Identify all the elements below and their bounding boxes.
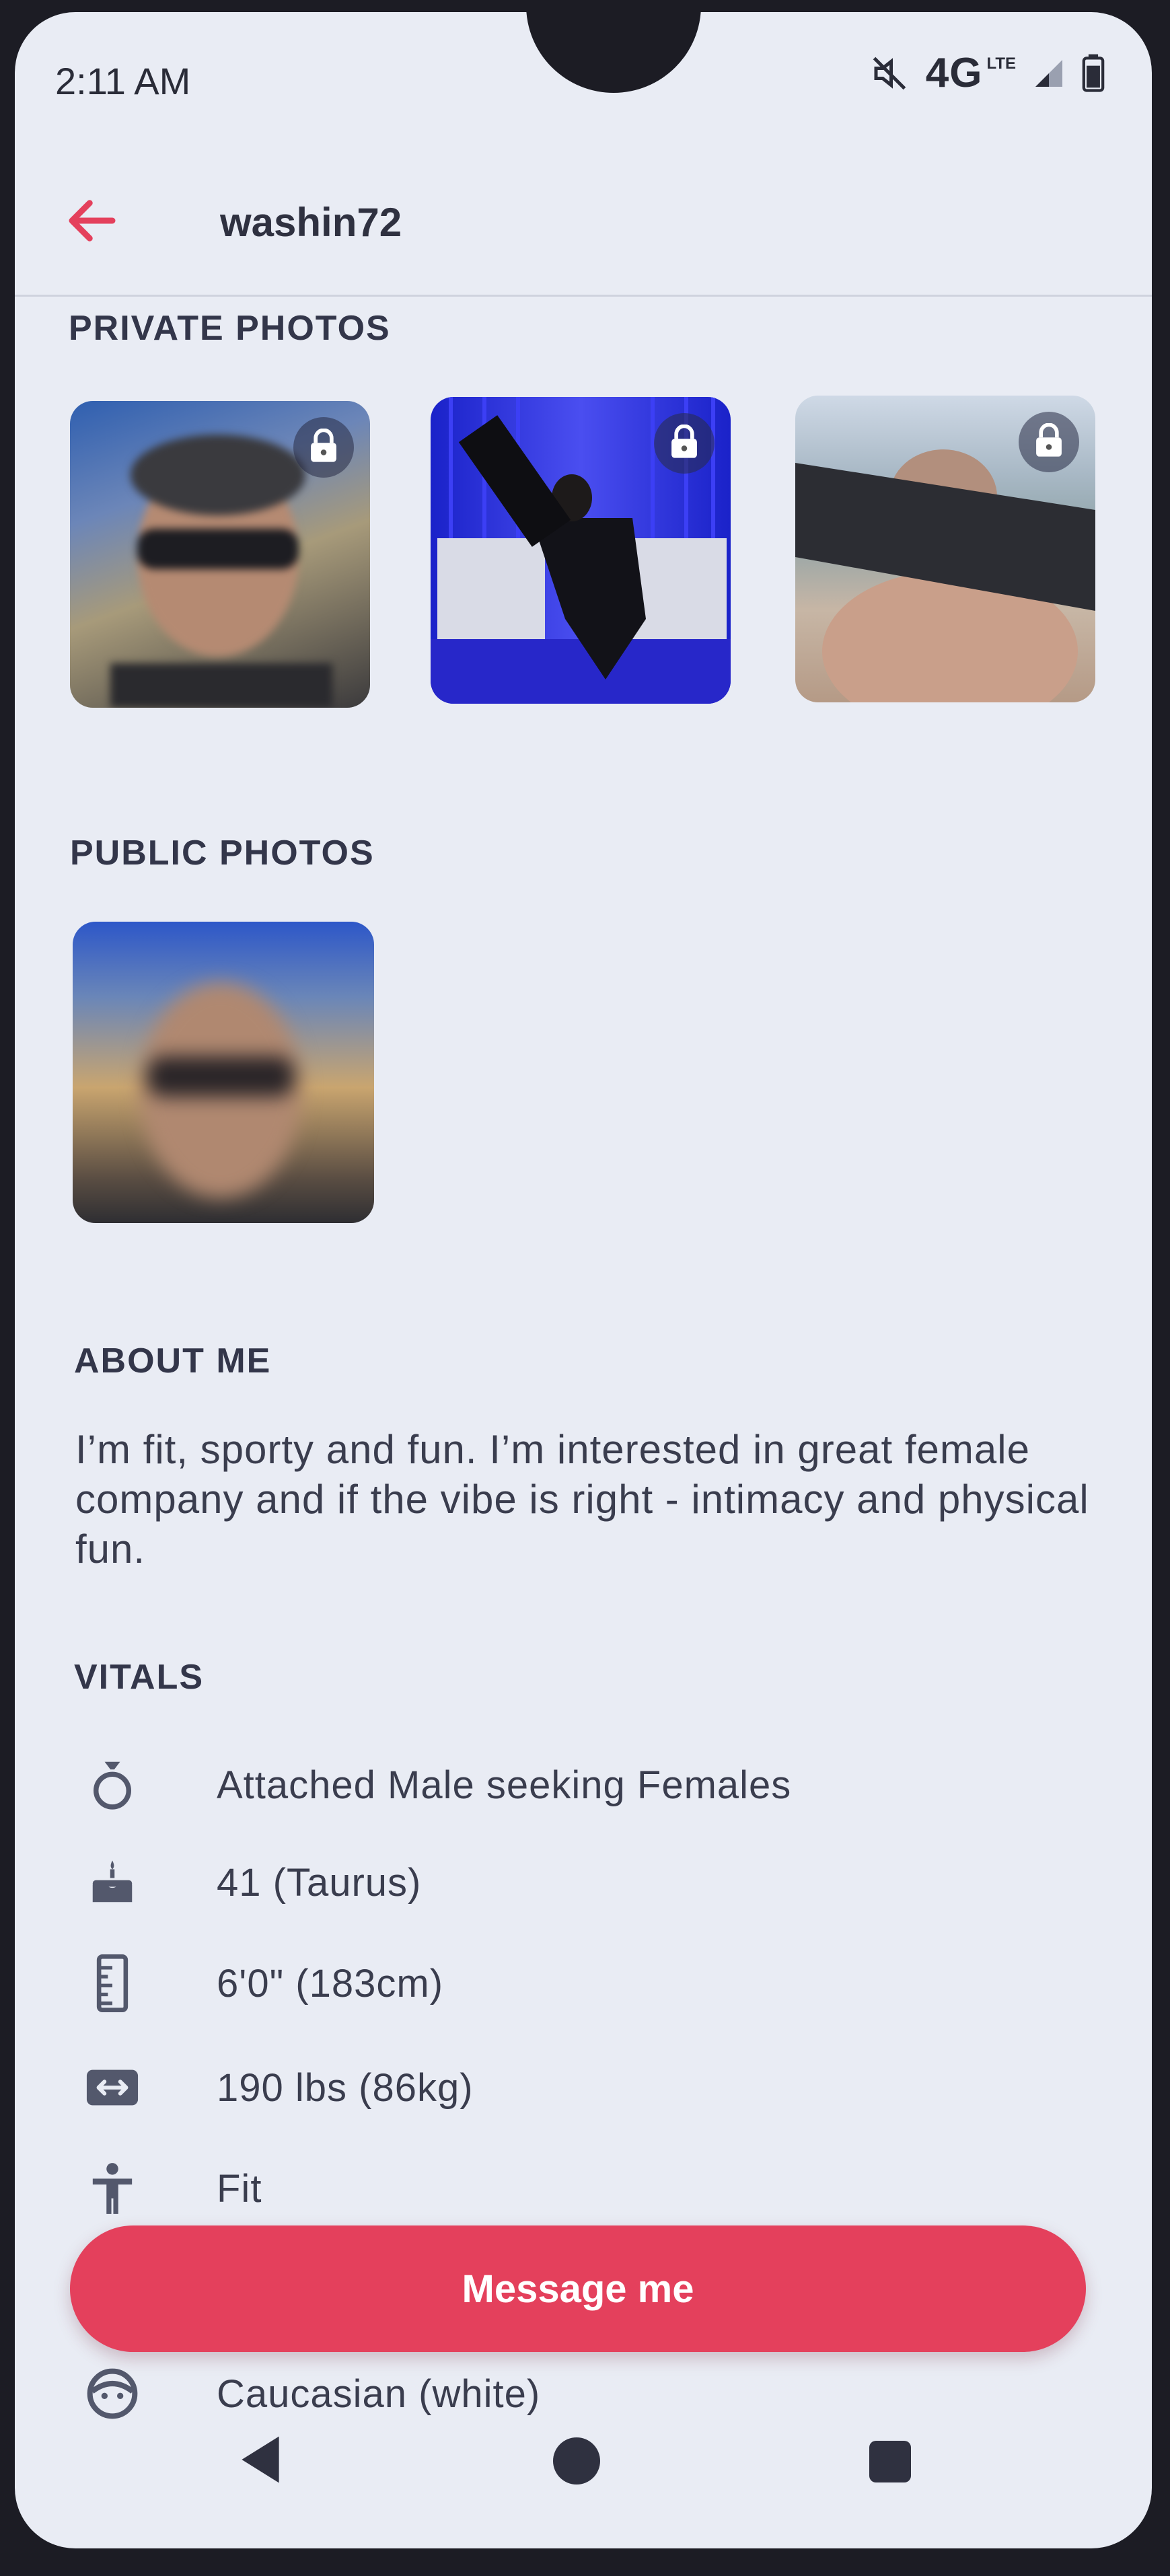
public-photos-title: PUBLIC PHOTOS [70,834,375,873]
vital-text: 6'0" (183cm) [217,1961,444,2005]
lock-icon [309,428,338,467]
private-photo[interactable] [795,396,1095,702]
vital-height: 6'0" (183cm) [75,1943,1085,2024]
lock-icon [1034,422,1064,462]
private-photo[interactable] [431,397,731,704]
system-nav-bar [15,2407,1152,2548]
vital-body-type: Fit [75,2148,1085,2229]
private-photos-title: PRIVATE PHOTOS [69,309,391,348]
status-bar: 2:11 AM 4G LTE [15,12,1152,147]
battery-icon [1082,54,1105,93]
nav-recents-button[interactable] [869,2441,911,2482]
about-me-title: ABOUT ME [74,1341,272,1381]
vital-text: Attached Male seeking Females [217,1763,792,1807]
weight-icon [75,2051,149,2125]
status-time: 2:11 AM [55,60,191,102]
phone-screen: 2:11 AM 4G LTE washin72 PRIVATE PHOTOS P… [15,12,1152,2548]
vital-text: Fit [217,2166,262,2211]
ruler-icon [75,1946,149,2020]
vital-age: 41 (Taurus) [75,1842,1085,1923]
network-subtype: LTE [986,54,1016,73]
lock-badge [654,413,715,474]
back-button[interactable] [62,190,129,251]
lock-icon [669,424,699,463]
vitals-title: VITALS [74,1658,205,1697]
public-photo[interactable] [73,922,374,1223]
lock-badge [293,417,354,478]
lock-badge [1019,412,1079,472]
mute-icon [869,53,910,94]
network-type: 4G [925,50,983,96]
app-header: washin72 [15,147,1152,297]
vital-text: 41 (Taurus) [217,1860,422,1905]
signal-icon [1032,57,1066,90]
body-type-icon [75,2151,149,2225]
nav-home-button[interactable] [553,2437,600,2485]
profile-username: washin72 [220,200,402,245]
vital-text: 190 lbs (86kg) [217,2065,474,2110]
private-photo[interactable] [70,401,370,708]
ring-icon [75,1748,149,1822]
birthday-cake-icon [75,1845,149,1919]
status-icons: 4G LTE [869,49,1105,97]
about-me-text: I’m fit, sporty and fun. I’m interested … [75,1427,1089,1572]
nav-back-button[interactable] [237,2434,284,2489]
vital-weight: 190 lbs (86kg) [75,2047,1085,2128]
message-me-button[interactable]: Message me [70,2225,1086,2352]
vital-relationship: Attached Male seeking Females [75,1744,1085,1825]
arrow-left-icon [62,200,122,254]
